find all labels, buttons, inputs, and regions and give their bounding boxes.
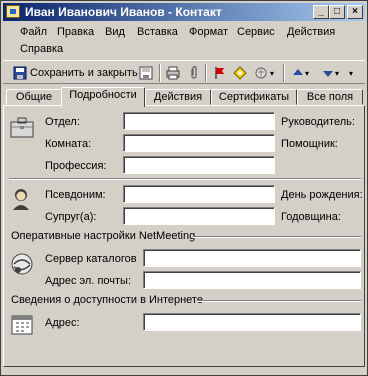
title-bar[interactable]: Иван Иванович Иванов - Контакт _ □ ×	[3, 3, 365, 21]
tab-activities[interactable]: Действия	[145, 89, 211, 105]
menu-edit[interactable]: Правка	[57, 26, 94, 38]
map-icon	[255, 66, 269, 80]
section-divider	[9, 178, 361, 180]
freebusy-group-title: Сведения о доступности в Интернете	[11, 294, 203, 306]
next-item-button[interactable]: ▾	[321, 65, 339, 81]
menu-help[interactable]: Справка	[20, 43, 63, 55]
print-button[interactable]	[166, 65, 180, 81]
tab-strip: Общие Подробности Действия Сертификаты В…	[3, 87, 365, 107]
tab-all-fields[interactable]: Все поля	[297, 89, 363, 105]
profession-label: Профессия:	[45, 160, 107, 172]
menu-file[interactable]: Файл	[20, 26, 47, 38]
menu-bar: Файл Правка Вид Вставка Формат Сервис Де…	[3, 23, 365, 59]
contact-card-icon	[6, 5, 20, 18]
save-and-close-button[interactable]: Сохранить и закрыть	[13, 65, 138, 81]
tab-details[interactable]: Подробности	[61, 87, 145, 107]
floppy-icon	[139, 66, 153, 80]
standard-toolbar: Сохранить и закрыть ▾ ▾ ▾ ▾	[3, 60, 365, 84]
toolbar-options-button[interactable]: ▾	[349, 65, 353, 81]
print-icon	[166, 66, 180, 80]
close-button[interactable]: ×	[347, 5, 363, 19]
previous-item-button[interactable]: ▾	[291, 65, 309, 81]
save-button[interactable]	[139, 65, 153, 81]
chevron-down-icon: ▾	[349, 68, 354, 78]
toolbar-separator	[205, 64, 207, 82]
office-field[interactable]	[123, 134, 275, 152]
department-label: Отдел:	[45, 116, 80, 128]
directory-server-label: Сервер каталогов	[45, 253, 137, 265]
netmeeting-group-title: Оперативные настройки NetMeeting	[11, 230, 196, 242]
down-arrow-icon	[321, 66, 335, 80]
department-field[interactable]	[123, 112, 275, 130]
maximize-button[interactable]: □	[329, 5, 345, 19]
assistant-label: Помощник:	[281, 138, 338, 150]
tab-certificates[interactable]: Сертификаты	[211, 89, 297, 105]
window-title: Иван Иванович Иванов - Контакт	[25, 5, 222, 19]
toolbar-separator	[159, 64, 161, 82]
menu-insert[interactable]: Вставка	[137, 26, 178, 38]
spouse-field[interactable]	[123, 207, 275, 225]
attach-icon	[187, 65, 201, 80]
email-alias-label: Адрес эл. почты:	[45, 275, 132, 287]
group-divider	[193, 236, 361, 238]
email-alias-field[interactable]	[143, 271, 361, 289]
nickname-field[interactable]	[123, 185, 275, 203]
manager-label: Руководитель:	[281, 116, 355, 128]
menu-tools[interactable]: Сервис	[237, 26, 275, 38]
address-label: Адрес:	[45, 317, 80, 329]
office-label: Комната:	[45, 138, 92, 150]
categories-icon	[233, 66, 247, 80]
address-field[interactable]	[143, 313, 361, 331]
birthday-label: День рождения:	[281, 189, 363, 201]
display-map-button[interactable]: ▾	[255, 65, 274, 81]
flag-icon	[213, 66, 227, 80]
netmeeting-icon	[9, 251, 35, 277]
chevron-down-icon: ▾	[305, 68, 310, 78]
chevron-down-icon: ▾	[335, 68, 340, 78]
save-icon	[13, 66, 27, 80]
profession-field[interactable]	[123, 156, 275, 174]
categories-button[interactable]	[233, 65, 247, 81]
briefcase-icon	[9, 114, 35, 140]
tab-general[interactable]: Общие	[6, 89, 62, 105]
directory-server-field[interactable]	[143, 249, 361, 267]
follow-up-button[interactable]	[213, 65, 227, 81]
toolbar-separator	[283, 64, 285, 82]
save-and-close-label: Сохранить и закрыть	[30, 67, 138, 79]
menu-view[interactable]: Вид	[105, 26, 125, 38]
chevron-down-icon: ▾	[270, 68, 275, 78]
contact-window: Иван Иванович Иванов - Контакт _ □ × Фай…	[0, 0, 368, 376]
nickname-label: Псевдоним:	[45, 189, 106, 201]
menu-actions[interactable]: Действия	[287, 26, 335, 38]
minimize-button[interactable]: _	[313, 5, 329, 19]
group-divider	[197, 300, 361, 302]
up-arrow-icon	[291, 66, 305, 80]
person-icon	[9, 186, 35, 212]
anniversary-label: Годовщина:	[281, 211, 341, 223]
attach-button[interactable]	[187, 65, 201, 81]
spouse-label: Супруг(а):	[45, 211, 97, 223]
calendar-icon	[9, 311, 35, 337]
menu-format[interactable]: Формат	[189, 26, 228, 38]
